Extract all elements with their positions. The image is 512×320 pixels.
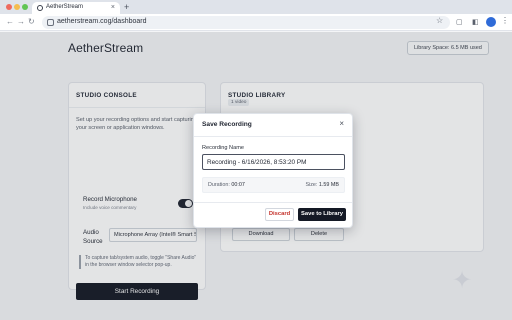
save-recording-dialog: Save Recording × Recording Name Duration… — [193, 113, 353, 228]
size-readout: Size: 1.59 MB — [305, 182, 339, 188]
tab-close-icon[interactable]: × — [111, 3, 115, 13]
address-url[interactable]: aetherstream.cog/dashboard — [57, 18, 147, 25]
recording-name-input[interactable] — [202, 154, 345, 170]
sidebar-icon[interactable]: ◧ — [472, 18, 479, 27]
discard-button[interactable]: Discard — [265, 208, 294, 221]
back-arrow-icon[interactable]: ← — [6, 17, 14, 27]
window-maximize-control[interactable] — [22, 4, 28, 10]
browser-menu-icon[interactable]: ⋮ — [501, 16, 509, 25]
profile-avatar-icon[interactable] — [486, 17, 496, 27]
duration-readout: Duration: 00:07 — [208, 182, 245, 188]
address-bar[interactable]: aetherstream.cog/dashboard — [42, 16, 450, 29]
recording-name-label: Recording Name — [202, 145, 244, 151]
browser-tab-active[interactable]: AetherStream × — [32, 2, 120, 14]
site-info-icon[interactable] — [47, 19, 54, 26]
tab-title: AetherStream — [46, 4, 84, 10]
divider — [194, 202, 352, 203]
size-value: 1.59 MB — [318, 182, 339, 188]
browser-tab-bar: AetherStream × + — [0, 0, 512, 14]
dialog-title: Save Recording — [202, 121, 252, 128]
extensions-icon[interactable]: ▢ — [456, 18, 463, 27]
window-close-control[interactable] — [6, 4, 12, 10]
save-to-library-button[interactable]: Save to Library — [298, 208, 346, 221]
recording-meta: Duration: 00:07 Size: 1.59 MB — [202, 177, 345, 193]
new-tab-button[interactable]: + — [124, 1, 129, 13]
bookmark-star-icon[interactable]: ☆ — [436, 16, 443, 25]
divider — [194, 136, 352, 137]
reload-icon[interactable]: ↻ — [28, 17, 35, 27]
browser-toolbar: ← → ↻ aetherstream.cog/dashboard ☆ ▢ ◧ ⋮ — [0, 14, 512, 31]
duration-value: 00:07 — [231, 182, 245, 188]
window-minimize-control[interactable] — [14, 4, 20, 10]
forward-arrow-icon[interactable]: → — [17, 17, 25, 27]
size-label: Size: — [305, 182, 318, 188]
duration-label: Duration: — [208, 182, 230, 188]
close-icon[interactable]: × — [339, 119, 344, 128]
favicon-icon — [37, 5, 43, 11]
